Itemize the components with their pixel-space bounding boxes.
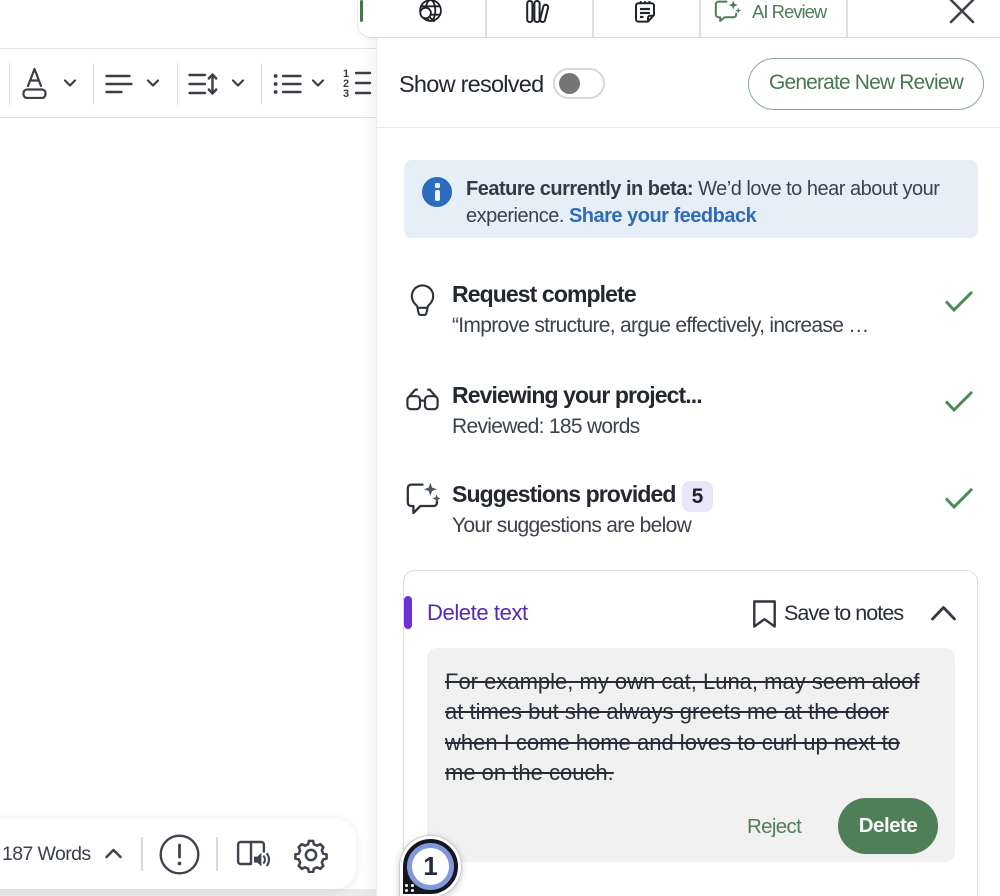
- svg-text:3: 3: [343, 88, 349, 99]
